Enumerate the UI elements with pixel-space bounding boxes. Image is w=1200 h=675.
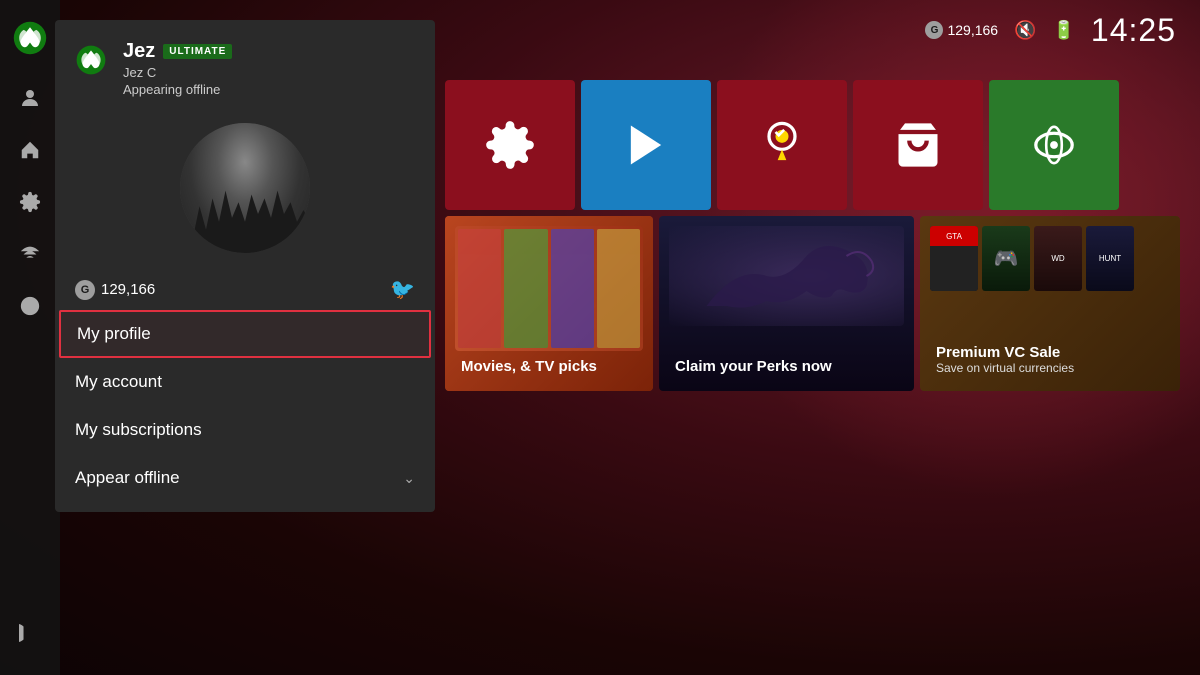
profile-panel: Jez ULTIMATE Jez C Appearing offline G 1…	[55, 20, 435, 512]
ultimate-badge: ULTIMATE	[163, 44, 232, 59]
banner-1-title: Movies, & TV picks	[461, 358, 637, 375]
menu-item-appear-offline[interactable]: Appear offline ⌄	[55, 454, 435, 502]
profile-name-row: Jez ULTIMATE	[123, 40, 415, 63]
profile-gamertag: Jez	[123, 40, 155, 63]
profile-realname: Jez C	[123, 65, 415, 80]
avatar-trees	[180, 175, 310, 253]
sidebar-item-help[interactable]	[8, 284, 52, 328]
mute-icon: 🔇	[1014, 20, 1036, 41]
profile-status: Appearing offline	[123, 82, 415, 97]
gamerscore-icon-lg: G	[75, 280, 95, 300]
tile-achievements[interactable]	[717, 80, 847, 210]
tile-settings[interactable]	[445, 80, 575, 210]
menu-item-my-subscriptions[interactable]: My subscriptions	[55, 406, 435, 454]
top-bar-right: G 129,166 🔇 🔋 14:25	[925, 12, 1176, 49]
banner-vc-sale[interactable]: GTA 🎮 WD HUNT Premium VC Sale Save on vi…	[920, 216, 1180, 391]
battery-icon: 🔋	[1053, 20, 1075, 41]
twitter-icon[interactable]: 🐦	[390, 277, 415, 302]
gamerscore-icon: G	[925, 21, 943, 39]
profile-gamerscore: G 129,166	[75, 280, 155, 300]
sidebar-item-wifi[interactable]	[8, 232, 52, 276]
gamerscore-value: 129,166	[947, 22, 998, 38]
profile-avatar	[180, 123, 310, 253]
menu-item-my-account[interactable]: My account	[55, 358, 435, 406]
banner-2-title: Claim your Perks now	[675, 358, 898, 375]
xbox-logo-panel	[75, 44, 107, 76]
banner-3-title: Premium VC Sale	[936, 344, 1164, 361]
banner-perks[interactable]: Claim your Perks now	[659, 216, 914, 391]
tile-store[interactable]	[853, 80, 983, 210]
sidebar-item-profile[interactable]	[8, 76, 52, 120]
sidebar	[0, 0, 60, 675]
sidebar-item-power[interactable]	[8, 611, 52, 655]
store-icon	[892, 119, 944, 171]
avatar-forest-bg	[180, 123, 310, 253]
tile-gamepass[interactable]	[989, 80, 1119, 210]
menu-item-my-profile[interactable]: My profile	[59, 310, 431, 358]
profile-avatar-container	[55, 113, 435, 269]
profile-header: Jez ULTIMATE Jez C Appearing offline	[55, 40, 435, 113]
achievements-icon	[756, 119, 808, 171]
sidebar-item-home[interactable]	[8, 128, 52, 172]
sidebar-item-settings[interactable]	[8, 180, 52, 224]
settings-icon	[484, 119, 536, 171]
gamepass-icon	[1028, 119, 1080, 171]
gamerscore-badge: G 129,166	[925, 21, 998, 39]
tile-media[interactable]	[581, 80, 711, 210]
chevron-down-icon: ⌄	[403, 470, 415, 487]
media-icon	[620, 119, 672, 171]
profile-stats-row: G 129,166 🐦	[55, 269, 435, 310]
profile-gamerscore-value: 129,166	[101, 281, 155, 298]
banner-tv-picks[interactable]: Movies, & TV picks	[445, 216, 653, 391]
dragon-svg	[669, 226, 904, 326]
profile-info: Jez ULTIMATE Jez C Appearing offline	[123, 40, 415, 97]
banner-3-subtitle: Save on virtual currencies	[936, 361, 1164, 375]
clock: 14:25	[1091, 12, 1176, 49]
